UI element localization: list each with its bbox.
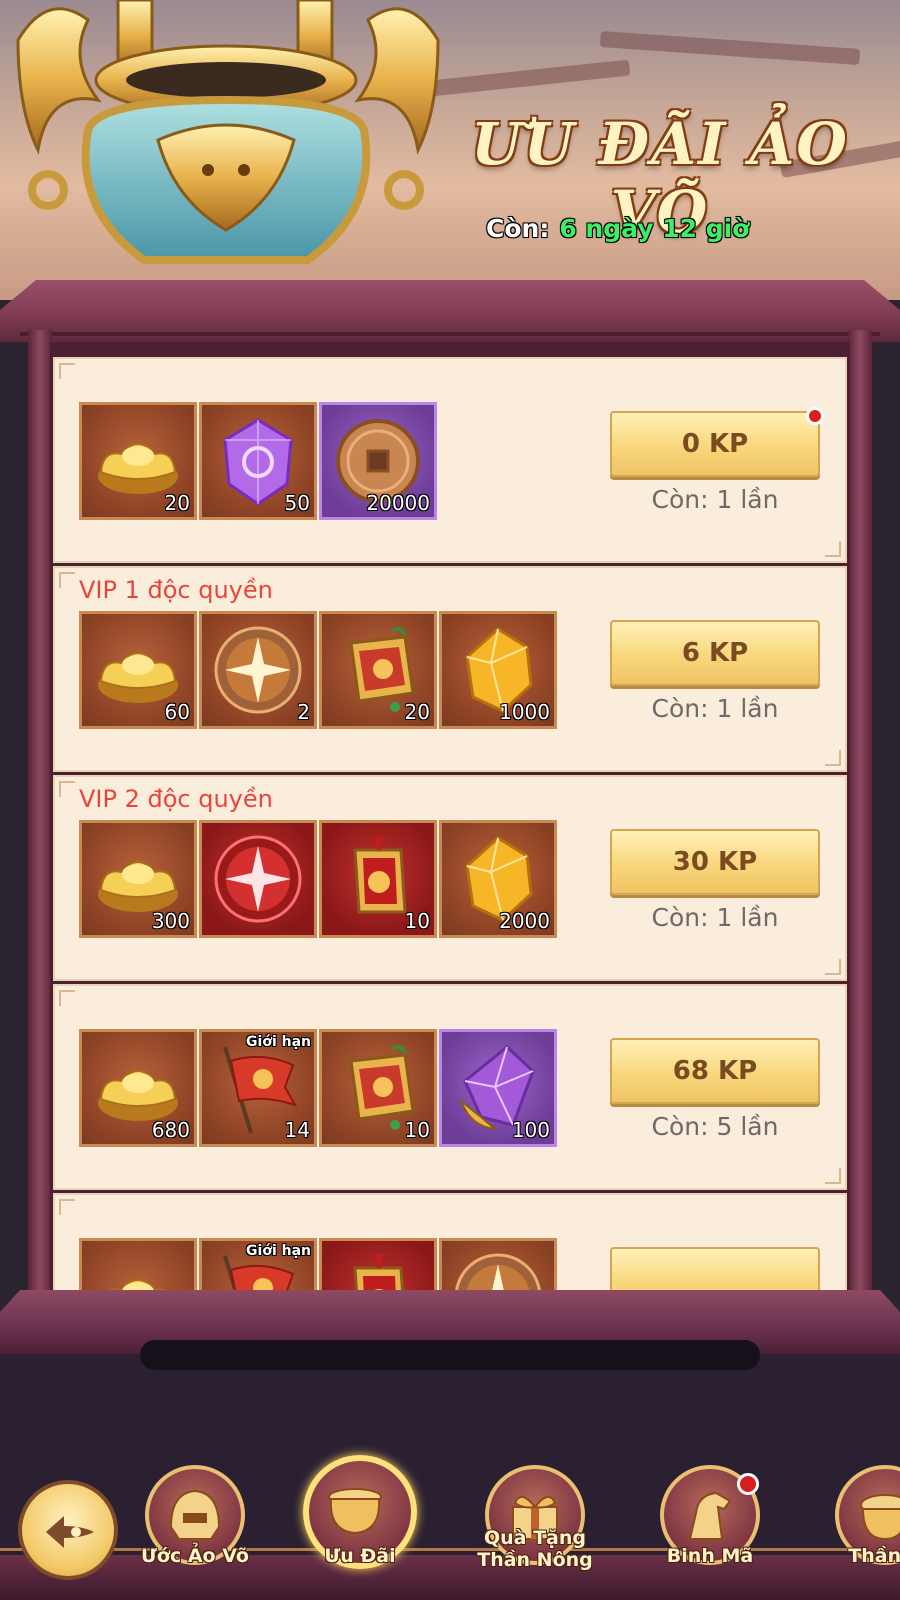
nav-item-label: Quà Tặng Thần Nông	[477, 1527, 593, 1571]
reward-item[interactable]: 2000	[439, 820, 557, 938]
gold-ingot-icon	[106, 1279, 170, 1292]
reward-item[interactable]: 1000	[439, 611, 557, 729]
reward-item[interactable]	[79, 1238, 197, 1292]
cauldron-artwork	[16, 0, 440, 264]
item-quantity: 2000	[499, 909, 550, 933]
frame-pillar-left	[28, 330, 52, 1300]
buy-button[interactable]: 30 KP	[610, 829, 820, 895]
reward-item[interactable]: 60	[79, 611, 197, 729]
item-quantity: 680	[151, 1118, 190, 1142]
reward-item[interactable]: 10	[319, 1029, 437, 1147]
item-quantity: 20	[404, 700, 430, 724]
reward-item[interactable]: 100	[439, 1029, 557, 1147]
nav-item-label: Thần C	[848, 1545, 900, 1567]
reward-item[interactable]	[319, 1238, 437, 1292]
nav-item-label: Ưu Đãi	[324, 1545, 396, 1567]
nav-item[interactable]: Ưu Đãi	[303, 1455, 417, 1600]
reward-item[interactable]	[439, 1238, 557, 1292]
bottom-strip	[140, 1340, 760, 1370]
nav-item[interactable]: Thần C	[830, 1465, 900, 1600]
item-quantity: 1000	[499, 700, 550, 724]
frame-top	[0, 280, 900, 342]
price-label: 30 KP	[672, 847, 758, 877]
item-quantity: 300	[151, 909, 190, 933]
limited-badge: Giới hạn	[246, 1034, 311, 1050]
reward-item[interactable]: 20	[79, 402, 197, 520]
reward-item[interactable]: 680	[79, 1029, 197, 1147]
reward-item[interactable]	[199, 820, 317, 938]
item-quantity: 20	[164, 491, 190, 515]
buy-button[interactable]: 0 KP	[610, 407, 824, 477]
item-quantity: 50	[284, 491, 310, 515]
remaining-purchases: Còn: 1 lần	[651, 485, 779, 514]
buy-button[interactable]	[610, 1247, 820, 1292]
item-quantity: 2	[297, 700, 310, 724]
notification-dot	[737, 1473, 759, 1495]
remaining-purchases: Còn: 1 lần	[651, 694, 779, 723]
reward-item[interactable]: 300	[79, 820, 197, 938]
price-label: 0 KP	[681, 429, 749, 459]
pot-icon	[860, 1494, 900, 1541]
offer-card: VIP 1 độc quyền 60 2 20 1000 6 KP Còn: 1 lần	[53, 566, 847, 772]
nav-item[interactable]: Ước Ảo Võ	[140, 1465, 250, 1600]
price-label: 6 KP	[681, 638, 749, 668]
remaining-purchases: Còn: 5 lần	[651, 1112, 779, 1141]
reward-item[interactable]: Giới hạn	[199, 1238, 317, 1292]
reward-item[interactable]: Giới hạn 14	[199, 1029, 317, 1147]
buy-button[interactable]: 68 KP	[610, 1038, 820, 1104]
nav-item[interactable]: Quà Tặng Thần Nông	[477, 1465, 593, 1600]
offer-card: Giới hạn	[53, 1193, 847, 1292]
item-quantity: 10	[404, 1118, 430, 1142]
helmet-icon	[169, 1489, 221, 1540]
cauldron-icon	[328, 1488, 382, 1535]
limited-badge: Giới hạn	[246, 1243, 311, 1259]
item-quantity: 60	[164, 700, 190, 724]
star-orb-icon	[454, 1253, 542, 1292]
countdown-label: Còn:	[486, 214, 550, 243]
nav-item[interactable]: Binh Mã	[655, 1465, 765, 1600]
reward-item[interactable]: 2	[199, 611, 317, 729]
item-quantity: 10	[404, 909, 430, 933]
horse-icon	[688, 1491, 732, 1540]
reward-item[interactable]: 10	[319, 820, 437, 938]
remaining-purchases: Còn: 1 lần	[651, 903, 779, 932]
reward-item[interactable]: 20	[319, 611, 437, 729]
offer-card: 20 50 20000 0 KP Còn: 1 lần	[53, 357, 847, 563]
item-quantity: 14	[284, 1118, 310, 1142]
red-token-tablet-icon	[353, 1254, 405, 1292]
red-star-orb-icon	[214, 835, 302, 923]
nav-item-label: Binh Mã	[666, 1545, 754, 1567]
vip-exclusive-label: VIP 1 độc quyền	[79, 576, 273, 604]
back-button[interactable]	[18, 1480, 118, 1580]
offer-list[interactable]: 20 50 20000 0 KP Còn: 1 lần VIP 1 độc quyền 60…	[50, 355, 850, 1292]
nav-item-label: Ước Ảo Võ	[141, 1545, 249, 1567]
reward-item[interactable]: 20000	[319, 402, 437, 520]
offer-card: 680 Giới hạn 14 10 100 68 KP Còn: 5 lần	[53, 984, 847, 1190]
buy-button[interactable]: 6 KP	[610, 620, 820, 686]
item-quantity: 100	[511, 1118, 550, 1142]
countdown: Còn: 6 ngày 12 giờ	[486, 214, 749, 243]
price-label: 68 KP	[672, 1056, 758, 1086]
frame-pillar-right	[848, 330, 872, 1300]
countdown-value: 6 ngày 12 giờ	[559, 214, 750, 243]
star-orb-icon	[214, 626, 302, 714]
vip-exclusive-label: VIP 2 độc quyền	[79, 785, 273, 813]
back-arrow-icon	[46, 1516, 94, 1548]
offer-card: VIP 2 độc quyền 300 10 2000 30 KP Còn: 1 lần	[53, 775, 847, 981]
event-banner: ƯU ĐÃI ẢO VÕ Còn: 6 ngày 12 giờ	[0, 0, 900, 300]
reward-item[interactable]: 50	[199, 402, 317, 520]
item-quantity: 20000	[366, 491, 430, 515]
notification-dot	[806, 407, 824, 425]
